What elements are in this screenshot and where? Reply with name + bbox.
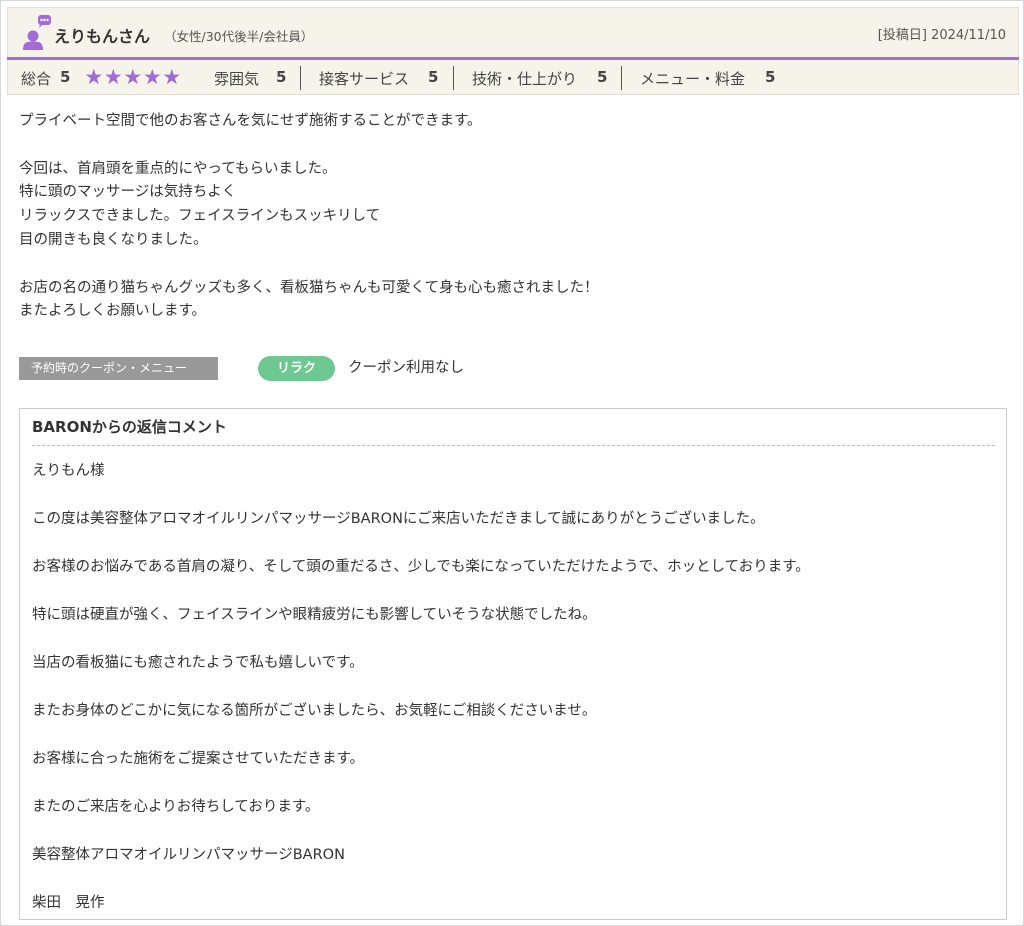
user-avatar-icon [23,15,51,50]
rating-service-value: 5 [428,68,439,86]
reply-line [32,483,992,507]
coupon-usage-text: クーポン利用なし [348,360,464,376]
rating-atmosphere-label: 雰囲気 [214,70,260,88]
reply-line [32,579,992,603]
reply-line [32,627,992,651]
rating-divider [453,66,454,90]
review-body: プライベート空間で他のお客さんを気にせず施術することができます。 今回は、首肩頭を… [19,110,999,324]
reply-line [32,867,992,891]
reply-line: お客様に合った施術をご提案させていただきます。 [32,751,365,767]
star-icon: ★ [123,65,143,89]
star-icon: ★ [142,65,162,89]
rating-service-label: 接客サービス [319,70,410,88]
reply-line [32,771,992,795]
rating-menu-price-value: 5 [765,68,776,86]
reply-line: お客様のお悩みである首肩の凝り、そして頭の重だるさ、少しでも楽になっていただけた… [32,559,810,575]
user-profile: （女性/30代後半/会社員） [164,29,314,44]
user-name: えりもんさん [54,27,151,46]
rating-menu-price-label: メニュー・料金 [640,70,746,88]
star-icon: ★ [84,65,104,89]
coupon-menu-label: 予約時のクーポン・メニュー [19,357,218,380]
star-icon: ★ [162,65,182,89]
review-body-line: 特に頭のマッサージは気持ちよく [19,184,237,201]
reply-line: またお身体のどこかに気になる箇所がございましたら、お気軽にご相談くださいませ。 [32,703,597,719]
total-rating-label: 総合 [21,70,52,88]
review-body-line: リラックスできました。フェイスラインもスッキリして [19,208,381,225]
shop-reply-box: BARONからの返信コメント えりもん様この度は美容整体アロマオイルリンパマッサ… [19,408,1007,920]
review-body-line: プライベート空間で他のお客さんを気にせず施術することができます。 [19,113,482,129]
reply-line: またのご来店を心よりお待ちしております。 [32,799,320,815]
total-rating-value: 5 [60,68,71,86]
coupon-category-tag: リラク [258,356,335,381]
reply-line: 柴田 晃作 [32,895,105,911]
reply-line [32,531,992,555]
review-body-line [19,134,999,158]
review-body-line: 今回は、首肩頭を重点的にやってもらいました。 [19,160,337,177]
reply-line [32,819,992,843]
review-body-line: またよろしくお願いします。 [19,303,207,320]
ratings-bar: 総合 5 ★★★★★ 雰囲気 5 接客サービス 5 技術・仕上がり 5 メニュー… [7,60,1019,95]
reply-line: 美容整体アロマオイルリンパマッサージBARON [32,847,345,863]
reply-divider [32,445,995,446]
reply-line: 当店の看板猫にも癒されたようで私も嬉しいです。 [32,655,364,671]
rating-technique-label: 技術・仕上がり [472,70,578,88]
post-date: [投稿日] 2024/11/10 [877,28,1006,43]
rating-stars: ★★★★★ [84,64,182,90]
reply-line: この度は美容整体アロマオイルリンパマッサージBARONにご来店いただきまして誠に… [32,511,765,527]
reply-line: えりもん様 [32,463,105,479]
review-header: えりもんさん （女性/30代後半/会社員） [投稿日] 2024/11/10 [7,7,1019,57]
star-icon: ★ [103,65,123,89]
reply-title: BARONからの返信コメント [32,418,227,436]
reply-body: えりもん様この度は美容整体アロマオイルリンパマッサージBARONにご来店いただき… [32,459,992,915]
review-body-line: お店の名の通り猫ちゃんグッズも多く、看板猫ちゃんも可愛くて身も心も癒されました！ [19,279,599,296]
reply-line: 特に頭は硬直が強く、フェイスラインや眼精疲労にも影響していそうな状態でしたね。 [32,607,597,623]
reply-line [32,675,992,699]
review-body-line: 目の開きも良くなりました。 [19,231,208,248]
review-body-line [19,253,999,277]
rating-atmosphere-value: 5 [276,68,287,86]
rating-divider [621,66,622,90]
rating-technique-value: 5 [597,68,608,86]
rating-divider [300,66,301,90]
reply-line [32,723,992,747]
